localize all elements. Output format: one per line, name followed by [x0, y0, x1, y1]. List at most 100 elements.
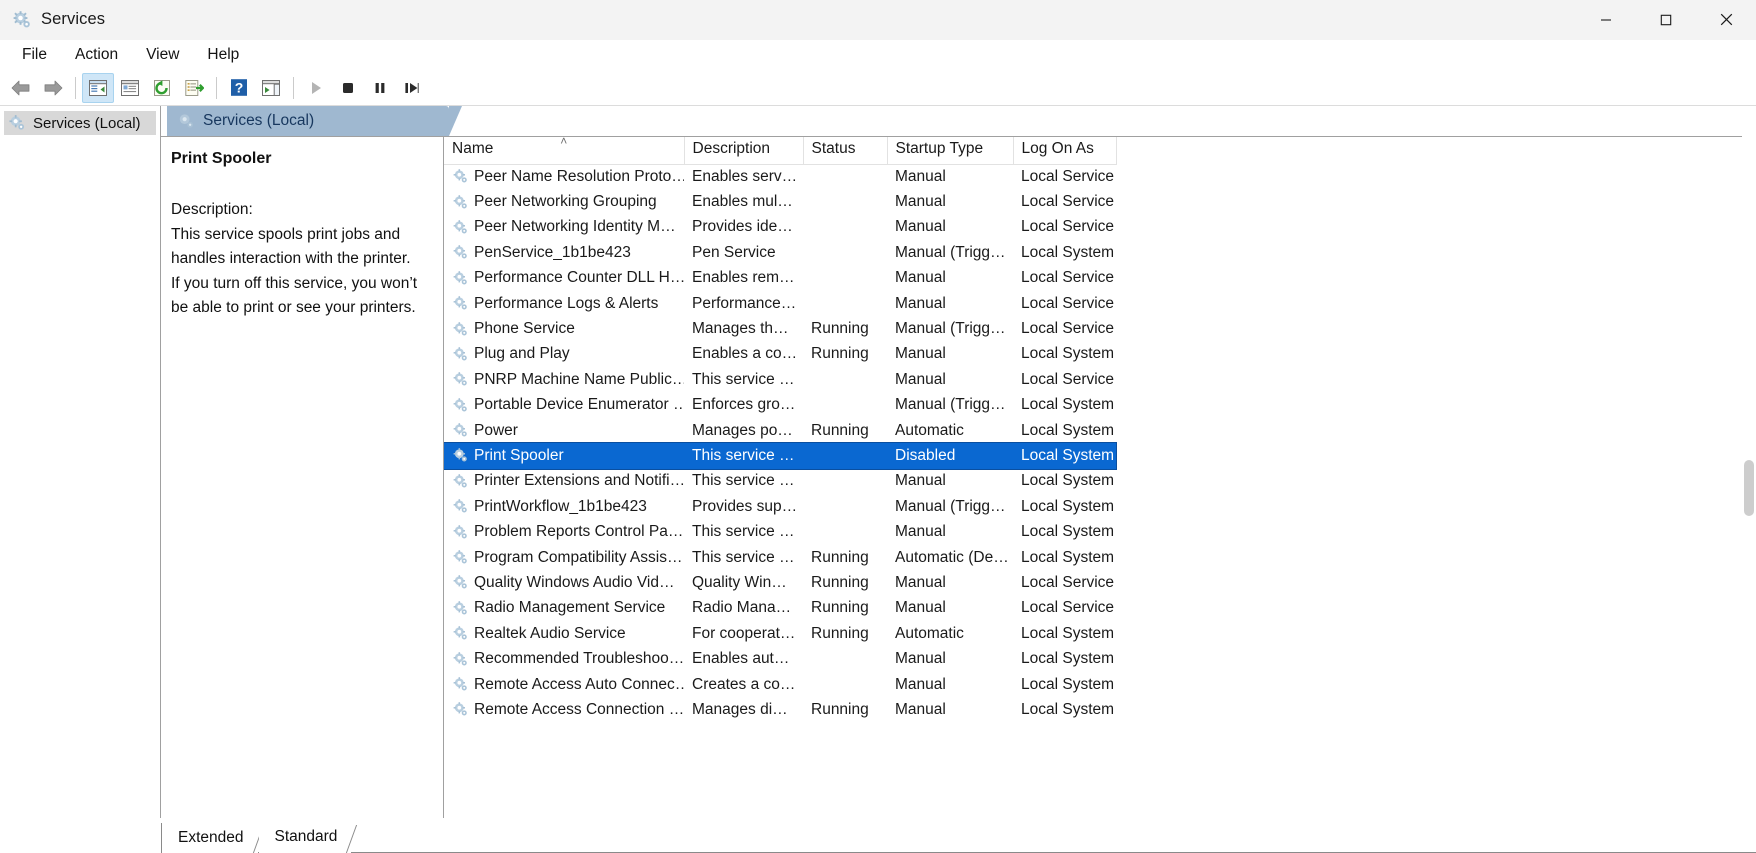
cell-log-on-as: Local System: [1013, 646, 1116, 671]
window-controls: [1576, 0, 1756, 40]
service-name-label: PenService_1b1be423: [474, 244, 631, 262]
cell-description: This service …: [684, 519, 803, 544]
service-name-label: Printer Extensions and Notifi…: [474, 472, 684, 490]
stop-icon[interactable]: [332, 73, 364, 103]
table-row[interactable]: Peer Name Resolution Proto…Enables serv……: [444, 164, 1116, 189]
refresh-icon[interactable]: [146, 73, 178, 103]
minimize-button[interactable]: [1576, 0, 1636, 40]
service-gear-icon: [452, 371, 469, 388]
cell-status: Running: [803, 596, 887, 621]
table-row[interactable]: PrintWorkflow_1b1be423Provides sup…Manua…: [444, 494, 1116, 519]
services-table-body: Peer Name Resolution Proto…Enables serv……: [444, 164, 1116, 723]
cell-startup-type: Manual: [887, 342, 1013, 367]
table-row[interactable]: Print SpoolerThis service …DisabledLocal…: [444, 443, 1116, 468]
table-row[interactable]: Quality Windows Audio Vid…Quality Win…Ru…: [444, 570, 1116, 595]
column-header-status[interactable]: Status: [803, 137, 887, 164]
column-header-log-on-as[interactable]: Log On As: [1013, 137, 1116, 164]
properties-icon[interactable]: [114, 73, 146, 103]
toolbar: ?: [0, 70, 1756, 106]
column-header-description[interactable]: Description: [684, 137, 803, 164]
column-header-startup-type[interactable]: Startup Type: [887, 137, 1013, 164]
cell-description: Enforces gro…: [684, 393, 803, 418]
menu-help[interactable]: Help: [193, 43, 253, 67]
table-row[interactable]: Printer Extensions and Notifi…This servi…: [444, 469, 1116, 494]
cell-description: Pen Service: [684, 240, 803, 265]
export-list-icon[interactable]: [178, 73, 210, 103]
table-row[interactable]: Phone ServiceManages th…RunningManual (T…: [444, 316, 1116, 341]
cell-description: Enables mul…: [684, 189, 803, 214]
cell-name: Print Spooler: [444, 443, 684, 468]
window-vertical-scrollbar[interactable]: [1742, 108, 1756, 817]
back-button[interactable]: [5, 73, 37, 103]
cell-status: [803, 291, 887, 316]
action-pane-icon[interactable]: [255, 73, 287, 103]
table-row[interactable]: Recommended Troubleshoo…Enables aut…Manu…: [444, 646, 1116, 671]
pane-header-tab: Services (Local): [167, 106, 449, 136]
table-row[interactable]: Realtek Audio ServiceFor cooperat…Runnin…: [444, 621, 1116, 646]
toolbar-separator: [75, 77, 76, 99]
view-tabs-strip: Extended Standard: [0, 818, 1756, 853]
service-name-label: Problem Reports Control Pa…: [474, 523, 683, 541]
help-question-icon[interactable]: ?: [223, 73, 255, 103]
table-row[interactable]: Remote Access Auto Connec…Creates a co…M…: [444, 672, 1116, 697]
window-title: Services: [41, 10, 105, 29]
cell-description: Enables a co…: [684, 342, 803, 367]
table-row[interactable]: Problem Reports Control Pa…This service …: [444, 519, 1116, 544]
service-name-label: Program Compatibility Assis…: [474, 549, 682, 567]
cell-log-on-as: Local Service: [1013, 164, 1116, 189]
tree-node-label: Services (Local): [33, 115, 141, 132]
tab-extended[interactable]: Extended: [161, 823, 258, 853]
column-header-name[interactable]: ˄ Name: [444, 137, 684, 164]
cell-log-on-as: Local System: [1013, 519, 1116, 544]
service-name-label: Phone Service: [474, 320, 575, 338]
cell-name: Plug and Play: [444, 342, 684, 367]
service-gear-icon: [452, 549, 469, 566]
cell-name: Portable Device Enumerator …: [444, 393, 684, 418]
cell-description: Radio Mana…: [684, 596, 803, 621]
cell-status: [803, 367, 887, 392]
table-row[interactable]: Peer Networking GroupingEnables mul…Manu…: [444, 189, 1116, 214]
table-row[interactable]: Performance Logs & AlertsPerformance…Man…: [444, 291, 1116, 316]
play-icon[interactable]: [300, 73, 332, 103]
cell-log-on-as: Local System: [1013, 545, 1116, 570]
cell-log-on-as: Local Service: [1013, 367, 1116, 392]
cell-status: [803, 672, 887, 697]
service-name-label: Radio Management Service: [474, 599, 665, 617]
cell-log-on-as: Local Service: [1013, 189, 1116, 214]
cell-log-on-as: Local System: [1013, 342, 1116, 367]
table-row[interactable]: Portable Device Enumerator …Enforces gro…: [444, 393, 1116, 418]
table-row[interactable]: Program Compatibility Assis…This service…: [444, 545, 1116, 570]
cell-name: Realtek Audio Service: [444, 621, 684, 646]
table-row[interactable]: PowerManages po…RunningAutomaticLocal Sy…: [444, 418, 1116, 443]
menu-action[interactable]: Action: [61, 43, 132, 67]
services-gear-icon: [12, 10, 32, 30]
restart-icon[interactable]: [396, 73, 428, 103]
table-row[interactable]: Plug and PlayEnables a co…RunningManualL…: [444, 342, 1116, 367]
cell-description: This service …: [684, 367, 803, 392]
close-button[interactable]: [1696, 0, 1756, 40]
cell-name: Remote Access Auto Connec…: [444, 672, 684, 697]
tab-standard[interactable]: Standard: [259, 823, 352, 853]
service-gear-icon: [452, 600, 469, 617]
console-tree-icon[interactable]: [82, 73, 114, 103]
table-row[interactable]: Peer Networking Identity M…Provides ide……: [444, 215, 1116, 240]
cell-startup-type: Automatic: [887, 418, 1013, 443]
pause-icon[interactable]: [364, 73, 396, 103]
table-row[interactable]: Performance Counter DLL H…Enables rem…Ma…: [444, 266, 1116, 291]
scrollbar-thumb[interactable]: [1744, 460, 1754, 516]
tree-node-services-local[interactable]: Services (Local): [4, 111, 156, 135]
table-row[interactable]: PNRP Machine Name Public…This service …M…: [444, 367, 1116, 392]
service-gear-icon: [452, 625, 469, 642]
forward-button[interactable]: [37, 73, 69, 103]
cell-description: This service …: [684, 469, 803, 494]
table-row[interactable]: Radio Management Service Radio Mana…Runni…: [444, 596, 1116, 621]
menu-view[interactable]: View: [132, 43, 193, 67]
detail-description-line-3: If you turn off this service, you won’t: [171, 272, 429, 297]
table-row[interactable]: PenService_1b1be423Pen ServiceManual (Tr…: [444, 240, 1116, 265]
menu-file[interactable]: File: [8, 43, 61, 67]
cell-startup-type: Disabled: [887, 443, 1013, 468]
pane-header-title: Services (Local): [203, 112, 314, 130]
maximize-button[interactable]: [1636, 0, 1696, 40]
cell-startup-type: Manual: [887, 469, 1013, 494]
table-row[interactable]: Remote Access Connection …Manages di…Run…: [444, 697, 1116, 722]
